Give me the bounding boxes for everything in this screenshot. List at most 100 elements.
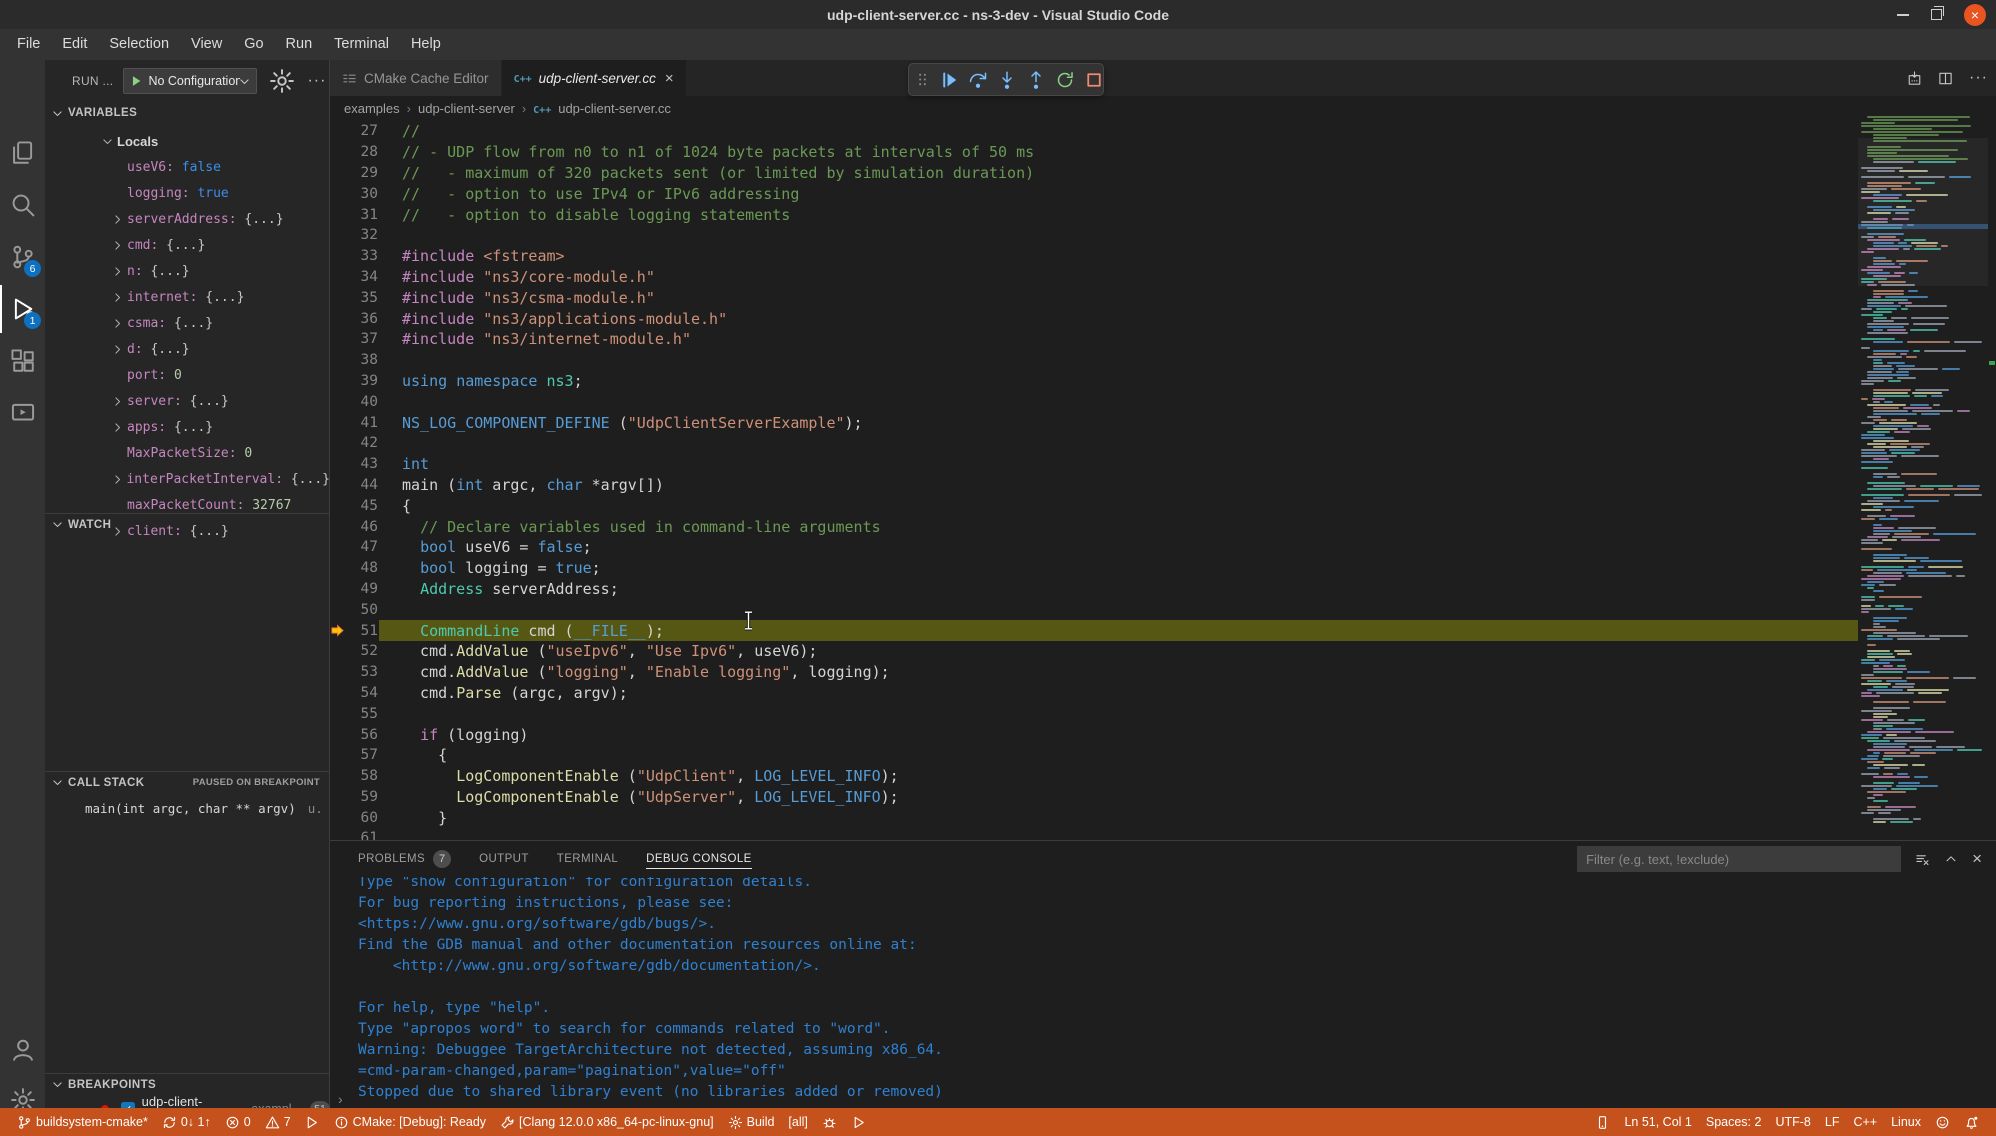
line-number[interactable]: 52 — [352, 643, 378, 659]
code-line-49[interactable]: 49 Address serverAddress; — [330, 579, 1858, 600]
gear-icon[interactable] — [269, 68, 295, 94]
line-number[interactable]: 29 — [352, 165, 378, 181]
gutter[interactable] — [330, 433, 352, 454]
chevron-right-icon[interactable] — [111, 239, 127, 252]
panel-tab-terminal[interactable]: TERMINAL — [557, 841, 618, 877]
chevron-right-icon[interactable] — [111, 421, 127, 434]
clear-console-icon[interactable] — [1915, 852, 1930, 867]
code-line-39[interactable]: 39using namespace ns3; — [330, 371, 1858, 392]
activity-account[interactable] — [0, 1026, 45, 1074]
maximize-panel-icon[interactable] — [1944, 852, 1958, 866]
variable-serverAddress[interactable]: serverAddress: {...} — [45, 206, 330, 232]
code-line-35[interactable]: 35#include "ns3/csma-module.h" — [330, 287, 1858, 308]
status-0[interactable]: 0 — [218, 1108, 258, 1136]
gutter[interactable] — [330, 828, 352, 840]
gutter[interactable] — [330, 454, 352, 475]
chevron-right-icon[interactable] — [111, 473, 126, 486]
variable-apps[interactable]: apps: {...} — [45, 414, 330, 440]
chevron-right-icon[interactable] — [111, 395, 127, 408]
gutter[interactable] — [330, 246, 352, 267]
line-number[interactable]: 43 — [352, 456, 378, 472]
gutter[interactable] — [330, 641, 352, 662]
line-number[interactable]: 32 — [352, 227, 378, 243]
status-bug-icon[interactable] — [815, 1108, 844, 1136]
code-line-47[interactable]: 47 bool useV6 = false; — [330, 537, 1858, 558]
gutter[interactable] — [330, 475, 352, 496]
code-line-59[interactable]: 59 LogComponentEnable ("UdpServer", LOG_… — [330, 787, 1858, 808]
panel-tab-problems[interactable]: PROBLEMS7 — [358, 841, 451, 877]
minimize-button[interactable] — [1897, 14, 1909, 16]
gutter[interactable] — [330, 745, 352, 766]
activity-explorer[interactable] — [0, 129, 45, 177]
line-number[interactable]: 59 — [352, 789, 378, 805]
line-number[interactable]: 27 — [352, 123, 378, 139]
code-line-28[interactable]: 28// - UDP flow from n0 to n1 of 1024 by… — [330, 142, 1858, 163]
code-line-58[interactable]: 58 LogComponentEnable ("UdpClient", LOG_… — [330, 766, 1858, 787]
line-number[interactable]: 42 — [352, 435, 378, 451]
code-line-60[interactable]: 60 } — [330, 807, 1858, 828]
variable-cmd[interactable]: cmd: {...} — [45, 232, 330, 258]
status-buildsystem-cmake[interactable]: buildsystem-cmake* — [10, 1108, 155, 1136]
gutter[interactable] — [330, 267, 352, 288]
gutter[interactable] — [330, 350, 352, 371]
gutter[interactable] — [330, 329, 352, 350]
code-line-42[interactable]: 42 — [330, 433, 1858, 454]
call-stack-section-header[interactable]: CALL STACK PAUSED ON BREAKPOINT — [45, 771, 330, 793]
gutter[interactable] — [330, 412, 352, 433]
status-lf[interactable]: LF — [1818, 1108, 1847, 1136]
stack-frame-main[interactable]: main(int argc, char ** argv) u. — [45, 796, 330, 820]
variable-server[interactable]: server: {...} — [45, 388, 330, 414]
line-number[interactable]: 45 — [352, 498, 378, 514]
line-number[interactable]: 51 — [352, 623, 378, 639]
line-number[interactable]: 34 — [352, 269, 378, 285]
menu-view[interactable]: View — [180, 29, 233, 60]
gutter[interactable] — [330, 537, 352, 558]
gutter[interactable] — [330, 142, 352, 163]
code-line-30[interactable]: 30// - option to use IPv4 or IPv6 addres… — [330, 183, 1858, 204]
code-line-56[interactable]: 56 if (logging) — [330, 724, 1858, 745]
continue-button[interactable] — [939, 70, 959, 90]
gutter[interactable] — [330, 662, 352, 683]
gutter[interactable] — [330, 599, 352, 620]
code-line-52[interactable]: 52 cmd.AddValue ("useIpv6", "Use Ipv6", … — [330, 641, 1858, 662]
line-number[interactable]: 55 — [352, 706, 378, 722]
status-device-icon[interactable] — [1588, 1108, 1617, 1136]
status-spaces-2[interactable]: Spaces: 2 — [1699, 1108, 1769, 1136]
gutter[interactable] — [330, 579, 352, 600]
line-number[interactable]: 60 — [352, 810, 378, 826]
status-cmake-debug-ready[interactable]: CMake: [Debug]: Ready — [327, 1108, 493, 1136]
panel-tab-output[interactable]: OUTPUT — [479, 841, 529, 877]
code-line-48[interactable]: 48 bool logging = true; — [330, 558, 1858, 579]
code-line-38[interactable]: 38 — [330, 350, 1858, 371]
line-number[interactable]: 40 — [352, 394, 378, 410]
status-clang-12-0-0-x86-64-pc-linux-gnu[interactable]: [Clang 12.0.0 x86_64-pc-linux-gnu] — [493, 1108, 721, 1136]
minimap-viewport[interactable] — [1858, 138, 1988, 286]
line-number[interactable]: 46 — [352, 519, 378, 535]
variable-n[interactable]: n: {...} — [45, 258, 330, 284]
gutter[interactable] — [330, 163, 352, 184]
watch-section-header[interactable]: WATCH — [45, 513, 330, 535]
step-into-button[interactable] — [997, 70, 1017, 90]
debug-configuration-dropdown[interactable]: No Configurations — [123, 68, 257, 94]
panel-tab-debug-console[interactable]: DEBUG CONSOLE — [646, 841, 752, 877]
status-feedback-icon[interactable] — [1928, 1108, 1957, 1136]
variable-csma[interactable]: csma: {...} — [45, 310, 330, 336]
status-0-1[interactable]: 0↓ 1↑ — [155, 1108, 218, 1136]
code-line-34[interactable]: 34#include "ns3/core-module.h" — [330, 267, 1858, 288]
breakpoints-section-header[interactable]: BREAKPOINTS — [45, 1073, 330, 1095]
console-filter-input[interactable] — [1577, 846, 1901, 872]
status-build[interactable]: Build — [721, 1108, 782, 1136]
line-number[interactable]: 47 — [352, 539, 378, 555]
code-line-57[interactable]: 57 { — [330, 745, 1858, 766]
status-ln-51-col-1[interactable]: Ln 51, Col 1 — [1617, 1108, 1698, 1136]
line-number[interactable]: 37 — [352, 331, 378, 347]
menu-file[interactable]: File — [6, 29, 51, 60]
code-line-33[interactable]: 33#include <fstream> — [330, 246, 1858, 267]
variable-internet[interactable]: internet: {...} — [45, 284, 330, 310]
gutter[interactable] — [330, 183, 352, 204]
chevron-right-icon[interactable] — [111, 343, 127, 356]
status-debug-alt-icon[interactable] — [298, 1108, 327, 1136]
chevron-right-icon[interactable] — [111, 291, 127, 304]
menu-edit[interactable]: Edit — [51, 29, 98, 60]
code-line-37[interactable]: 37#include "ns3/internet-module.h" — [330, 329, 1858, 350]
